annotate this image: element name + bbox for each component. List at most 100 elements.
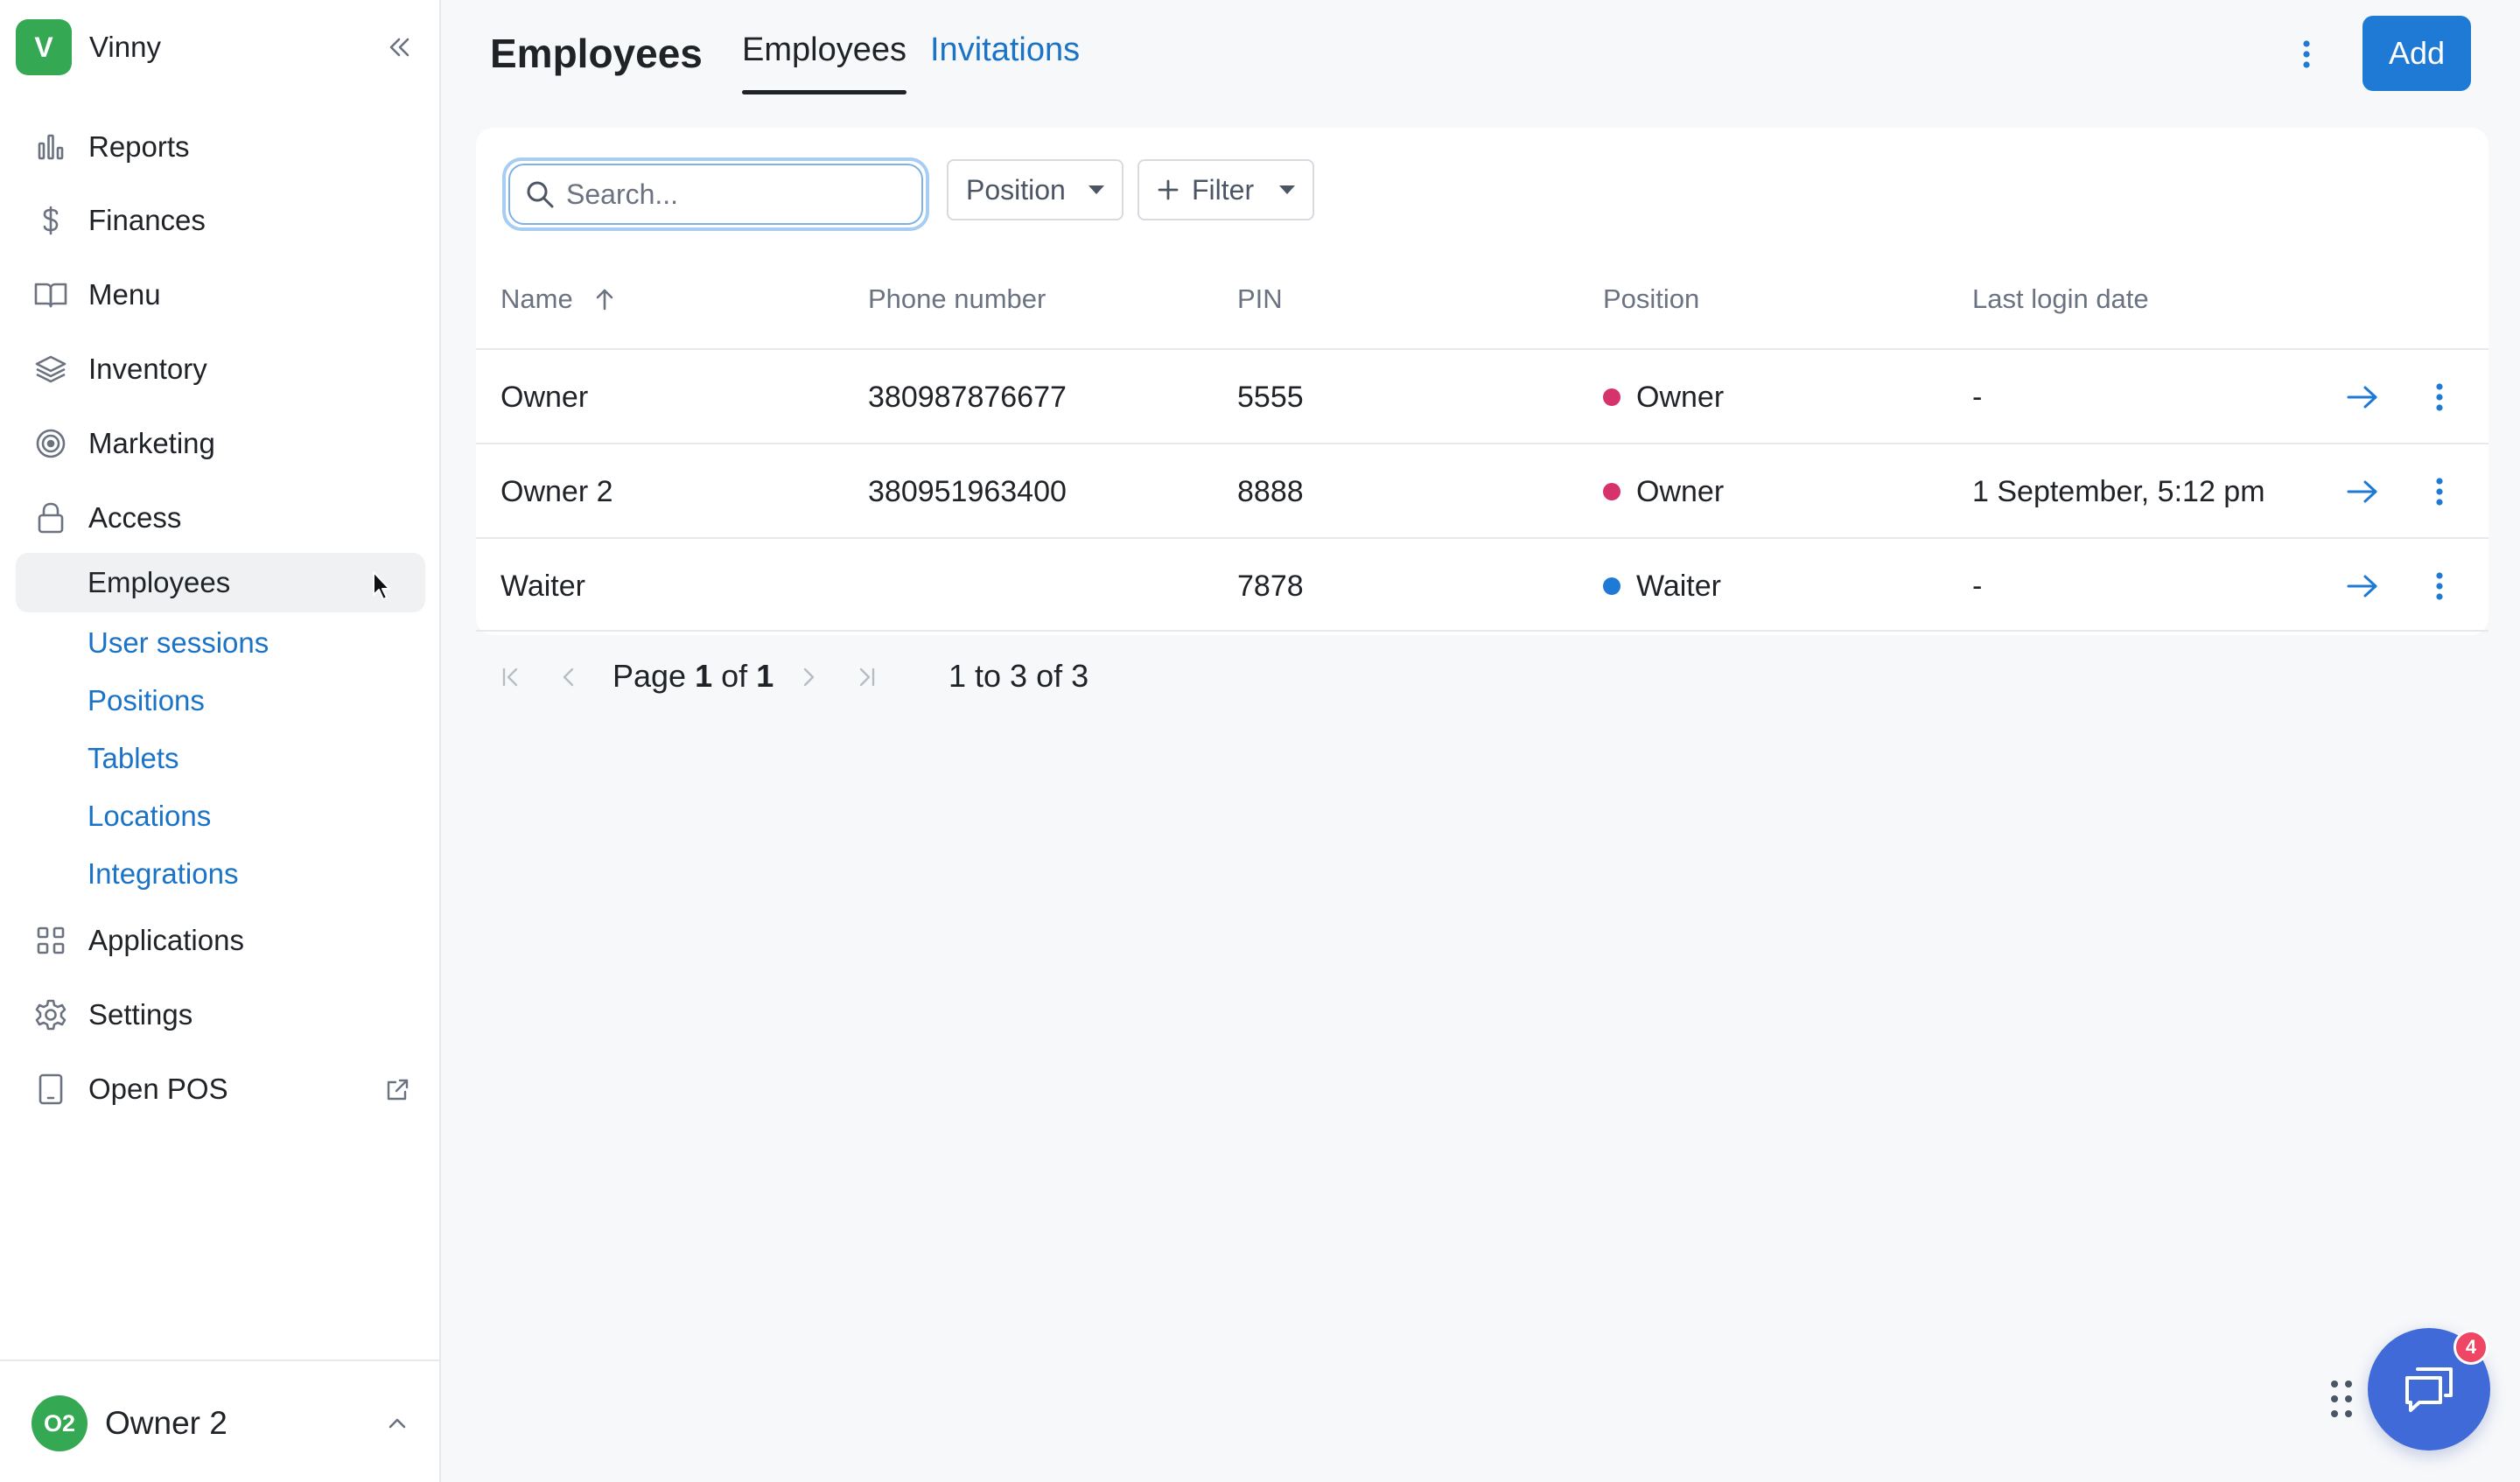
sidebar-item-access[interactable]: Access: [32, 492, 181, 544]
sidebar-subitem-locations[interactable]: Locations: [88, 794, 211, 838]
column-header-pin[interactable]: PIN: [1237, 283, 1283, 315]
sidebar-subitem-user-sessions[interactable]: User sessions: [88, 621, 269, 665]
cell-name: Owner 2: [500, 474, 613, 508]
bar-chart-icon: [32, 128, 70, 166]
collapse-sidebar-button[interactable]: [380, 28, 418, 66]
more-actions-button[interactable]: [2287, 31, 2326, 77]
cell-last-login: -: [1972, 380, 1983, 414]
caret-down-icon: [1279, 185, 1295, 194]
column-header-position[interactable]: Position: [1603, 283, 1699, 315]
position-color-dot: [1603, 577, 1620, 595]
column-header-phone[interactable]: Phone number: [868, 283, 1046, 315]
sidebar-subitem-tablets[interactable]: Tablets: [88, 737, 179, 780]
tab-employees[interactable]: Employees: [742, 31, 906, 94]
sidebar-item-reports[interactable]: Reports: [32, 121, 190, 173]
table-row[interactable]: Owner 380987876677 5555 Owner -: [476, 348, 2488, 443]
table-row[interactable]: Waiter 7878 Waiter -: [476, 537, 2488, 632]
row-menu-button[interactable]: [2420, 567, 2459, 605]
sidebar-subitem-positions[interactable]: Positions: [88, 679, 205, 723]
sidebar-item-label: Menu: [88, 278, 161, 311]
position-color-dot: [1603, 388, 1620, 406]
mouse-cursor-icon: [373, 571, 390, 600]
drag-handle-icon[interactable]: [2328, 1377, 2356, 1421]
tablet-icon: [32, 1070, 70, 1108]
user-menu[interactable]: O2 Owner 2: [32, 1395, 416, 1452]
sidebar-item-label: Inventory: [88, 353, 207, 385]
caret-down-icon: [1088, 185, 1104, 194]
sidebar-item-label: Marketing: [88, 427, 215, 459]
arrow-right-icon: [2347, 480, 2377, 503]
last-page-icon[interactable]: [852, 663, 880, 691]
search-input[interactable]: [566, 178, 899, 211]
results-range: 1 to 3 of 3: [948, 658, 1089, 694]
sidebar-item-open-pos[interactable]: Open POS: [32, 1063, 228, 1115]
row-menu-button[interactable]: [2420, 472, 2459, 511]
org-switcher[interactable]: V Vinny: [16, 17, 418, 77]
first-page-icon[interactable]: [497, 663, 525, 691]
pagination: Page 1 of 1 1 to 3 of 3: [497, 651, 1110, 703]
sidebar-item-marketing[interactable]: Marketing: [32, 417, 215, 470]
arrow-right-icon: [2347, 575, 2377, 598]
add-button[interactable]: Add: [2362, 16, 2471, 91]
search-box: [502, 157, 929, 231]
cell-pin: 8888: [1237, 474, 1304, 508]
column-header-name[interactable]: Name: [500, 283, 617, 315]
sidebar-item-applications[interactable]: Applications: [32, 914, 244, 967]
sidebar-item-menu[interactable]: Menu: [32, 269, 161, 321]
more-vertical-icon: [2436, 383, 2443, 411]
cell-position: Owner: [1603, 444, 1724, 539]
sidebar: V Vinny Reports Finances Menu Inventory …: [0, 0, 441, 1482]
org-name: Vinny: [89, 31, 161, 63]
cell-name: Owner: [500, 380, 589, 414]
sidebar-item-settings[interactable]: Settings: [32, 989, 192, 1041]
position-filter-dropdown[interactable]: Position: [947, 159, 1124, 220]
row-menu-button[interactable]: [2420, 378, 2459, 416]
target-icon: [32, 424, 70, 463]
cell-pin: 5555: [1237, 380, 1304, 414]
prev-page-icon[interactable]: [555, 663, 583, 691]
sidebar-subitem-integrations[interactable]: Integrations: [88, 852, 238, 896]
sidebar-item-label: Access: [88, 501, 182, 534]
add-filter-label: Filter: [1192, 173, 1255, 206]
open-employee-button[interactable]: [2343, 472, 2382, 511]
search-icon: [527, 181, 554, 208]
more-vertical-icon: [2436, 572, 2443, 600]
sidebar-item-label: Finances: [88, 204, 206, 236]
chat-support-button[interactable]: 4: [2368, 1328, 2490, 1451]
column-header-last-login[interactable]: Last login date: [1972, 283, 2149, 315]
cell-position: Waiter: [1603, 539, 1721, 633]
sidebar-item-label: Applications: [88, 924, 244, 956]
open-employee-button[interactable]: [2343, 567, 2382, 605]
plus-icon: [1158, 179, 1179, 200]
book-icon: [32, 276, 70, 314]
gear-icon: [32, 996, 70, 1034]
layers-icon: [32, 350, 70, 388]
arrow-right-icon: [2347, 386, 2377, 409]
add-filter-button[interactable]: Filter: [1138, 159, 1314, 220]
open-employee-button[interactable]: [2343, 378, 2382, 416]
sidebar-item-label: Settings: [88, 998, 193, 1031]
position-filter-label: Position: [966, 173, 1066, 206]
org-avatar: V: [16, 19, 72, 75]
table-row[interactable]: Owner 2 380951963400 8888 Owner 1 Septem…: [476, 443, 2488, 537]
dollar-icon: [32, 201, 70, 240]
external-link-icon[interactable]: [378, 1071, 416, 1109]
employees-card: Position Filter Name Phone number PIN Po…: [476, 128, 2488, 635]
tab-invitations[interactable]: Invitations: [930, 31, 1080, 94]
more-vertical-icon: [2303, 40, 2310, 68]
sidebar-item-finances[interactable]: Finances: [32, 194, 206, 247]
sidebar-item-inventory[interactable]: Inventory: [32, 343, 207, 395]
sidebar-subitem-employees[interactable]: Employees: [16, 553, 425, 612]
cell-phone: 380951963400: [868, 474, 1067, 508]
avatar: O2: [32, 1395, 88, 1451]
chat-icon: [2405, 1367, 2453, 1412]
chevron-up-icon: [378, 1404, 416, 1443]
next-page-icon[interactable]: [794, 663, 822, 691]
sort-ascending-icon: [596, 289, 613, 311]
sidebar-item-label: Reports: [88, 130, 190, 163]
cell-last-login: -: [1972, 569, 1983, 603]
notification-badge: 4: [2454, 1330, 2488, 1365]
cell-position: Owner: [1603, 350, 1724, 444]
page-title: Employees: [490, 31, 703, 76]
more-vertical-icon: [2436, 478, 2443, 506]
